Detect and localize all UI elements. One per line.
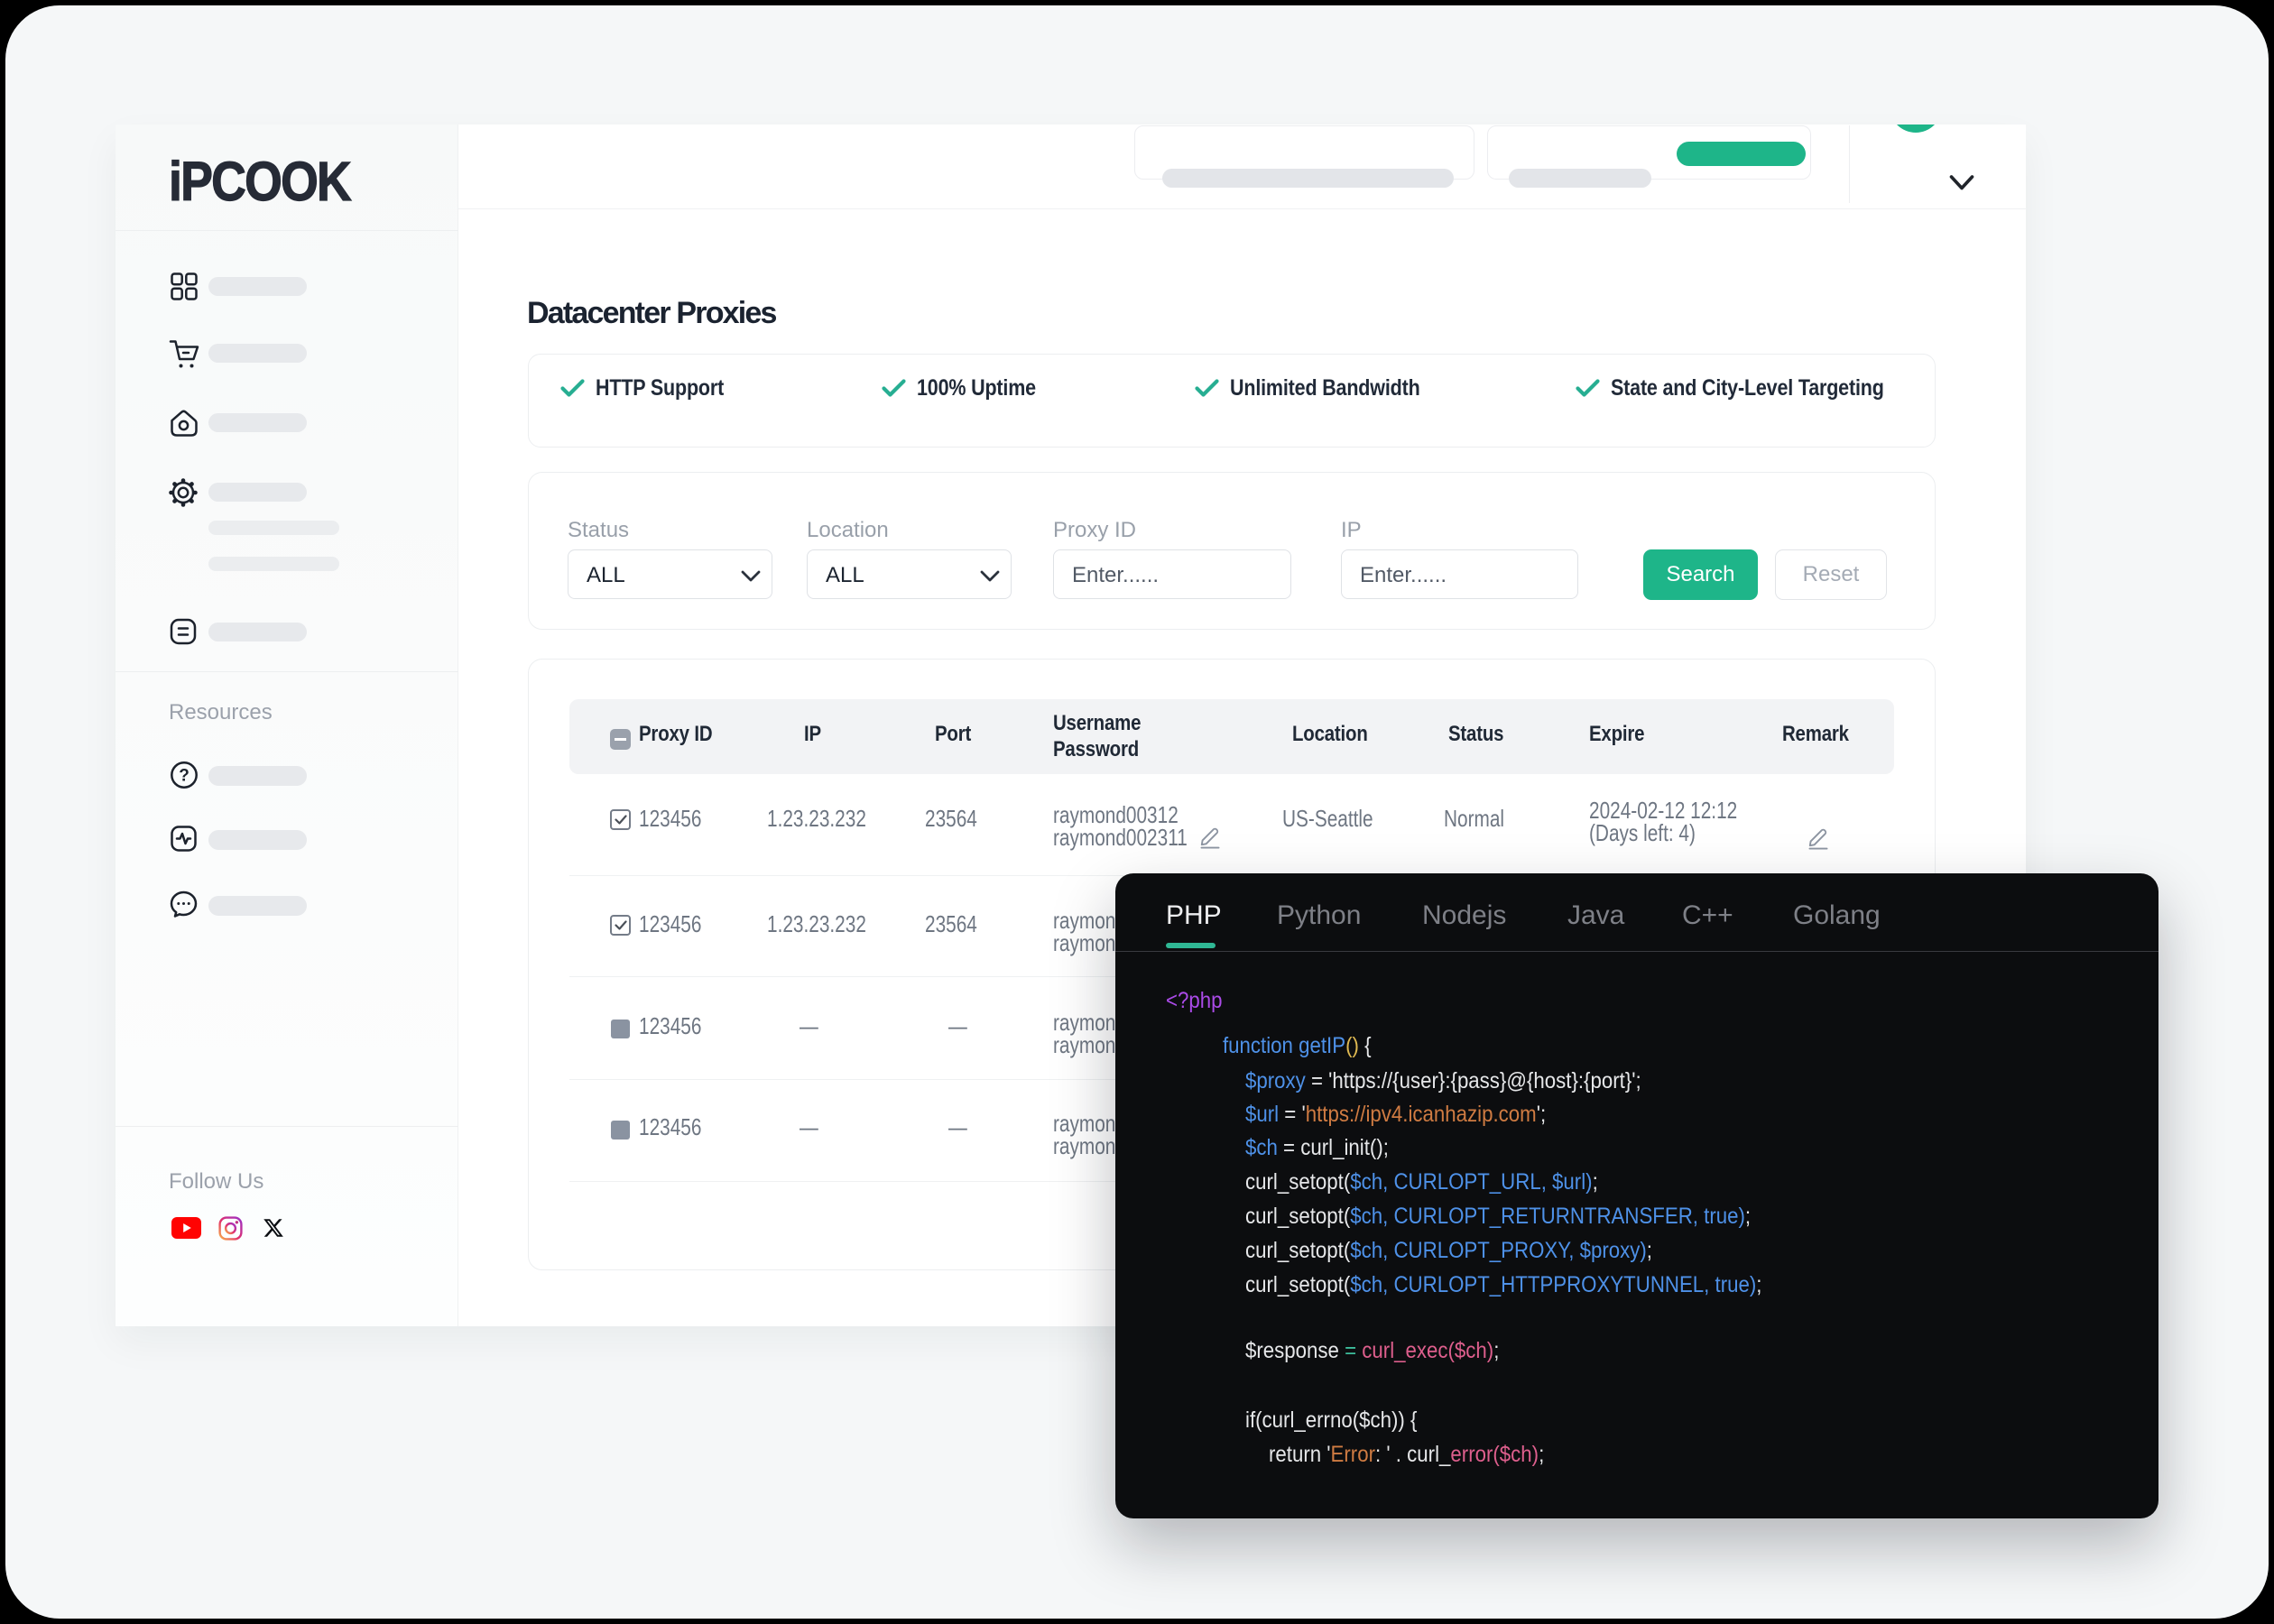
svg-text:?: ? xyxy=(179,767,190,786)
svg-text:iPCOOK: iPCOOK xyxy=(169,157,352,204)
